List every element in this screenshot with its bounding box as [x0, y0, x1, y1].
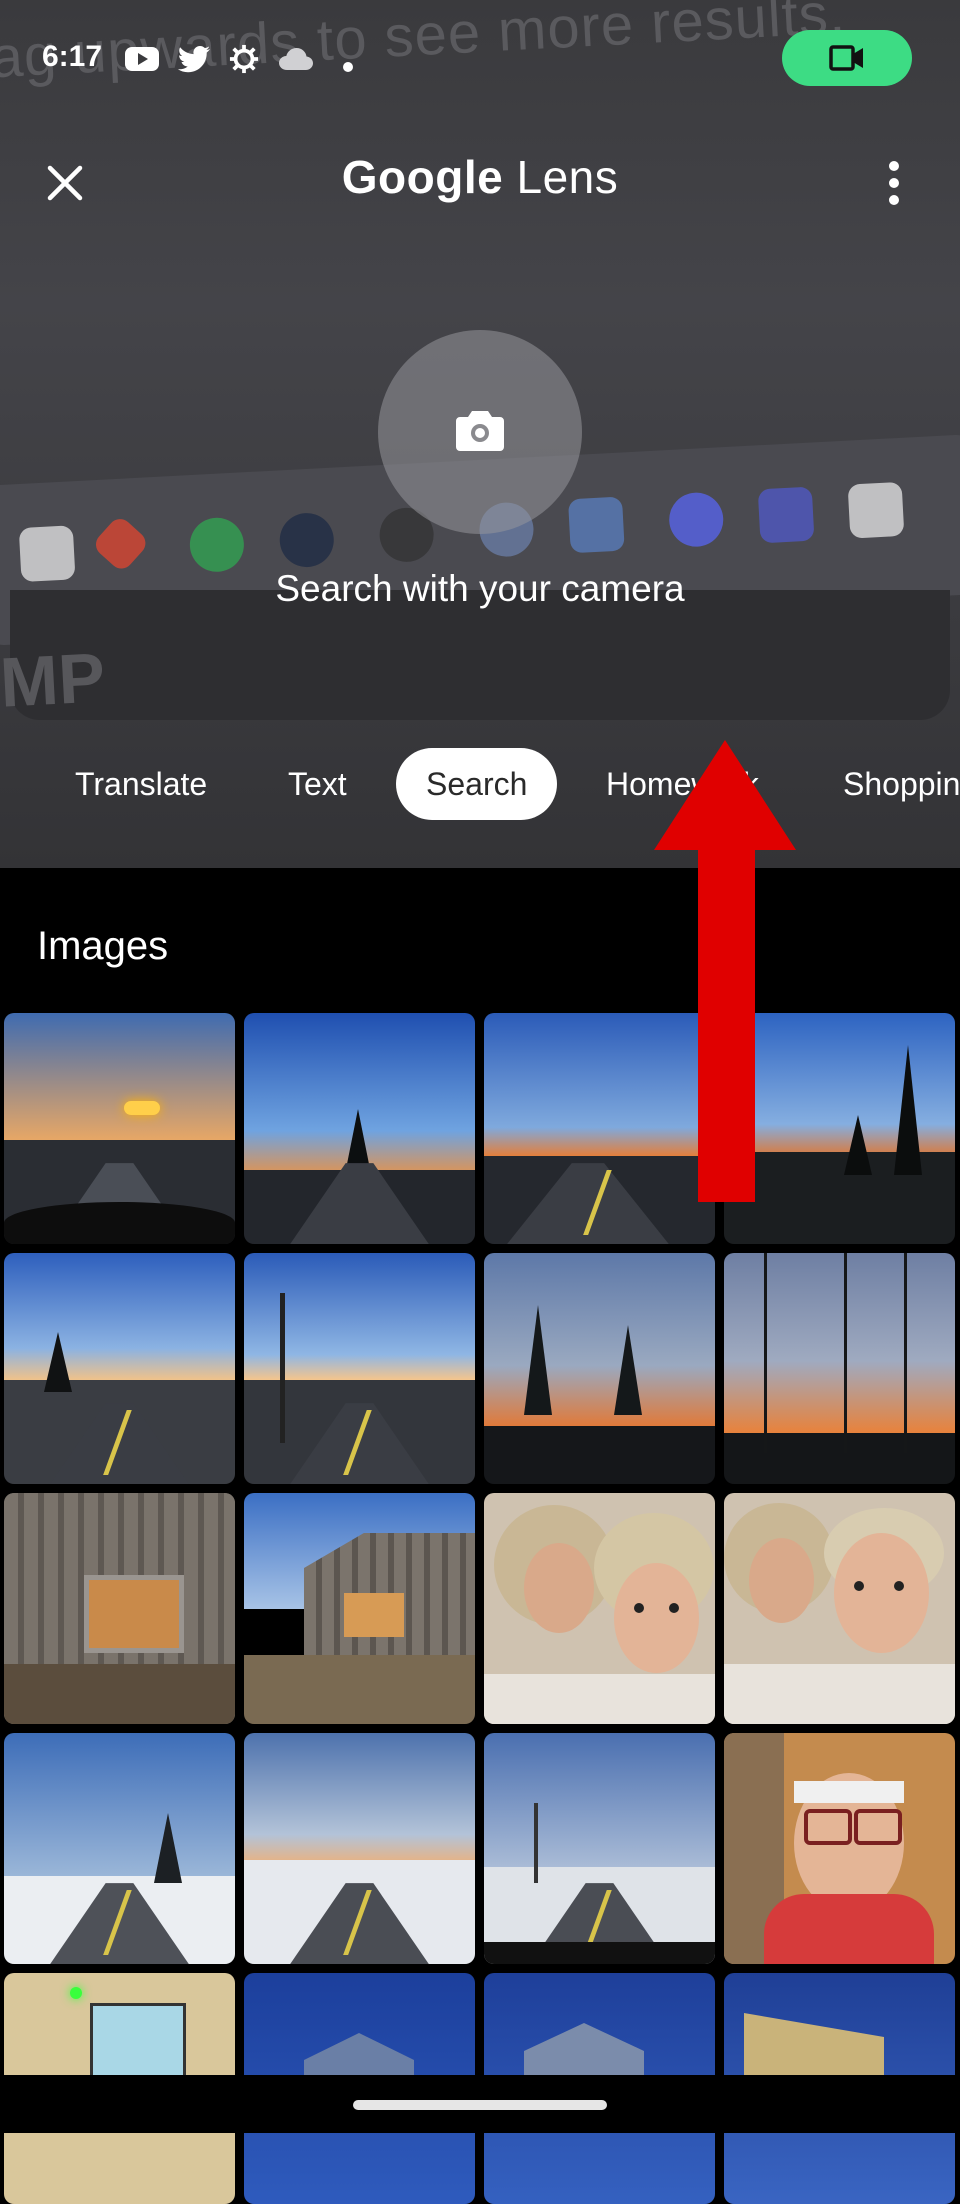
image-result-tile[interactable] [724, 1253, 955, 1484]
app-title: Google Lens [0, 150, 960, 204]
camera-in-use-indicator[interactable] [782, 30, 912, 86]
image-result-tile[interactable] [244, 1013, 475, 1244]
mode-selector: Translate Text Search Homework Shopping [0, 742, 960, 826]
diamond-app-icon [91, 514, 151, 574]
status-bar: 6:17 [0, 0, 960, 118]
image-result-tile[interactable] [724, 1733, 955, 1964]
more-vert-icon[interactable] [876, 158, 912, 208]
viewfinder-background-text-2: MP [0, 638, 107, 722]
mode-shopping[interactable]: Shopping [843, 748, 960, 820]
youtube-icon [125, 47, 159, 71]
red-arrow-overlay [654, 740, 796, 1202]
image-result-tile[interactable] [484, 1733, 715, 1964]
app-title-product: Lens [516, 151, 619, 203]
teams-icon [757, 486, 815, 544]
cloud-icon [279, 48, 313, 70]
image-result-tile[interactable] [244, 1493, 475, 1724]
search-with-camera-text: Search with your camera [275, 568, 685, 609]
shutter-button[interactable] [378, 330, 582, 534]
image-result-tile[interactable] [4, 1013, 235, 1244]
images-section-label: Images [37, 924, 169, 968]
camera-icon [456, 411, 504, 451]
twitter-icon [177, 46, 210, 73]
dot-icon [343, 62, 353, 72]
image-result-tile[interactable] [244, 1733, 475, 1964]
image-result-tile[interactable] [724, 1493, 955, 1724]
slack-icon [847, 481, 905, 539]
home-gesture-handle[interactable] [353, 2100, 607, 2110]
steam-icon [278, 511, 336, 569]
image-result-tile[interactable] [244, 1253, 475, 1484]
settings-gear-icon [229, 44, 259, 74]
image-result-tile[interactable] [484, 1253, 715, 1484]
mode-search[interactable]: Search [396, 748, 558, 820]
discord-icon [667, 491, 725, 549]
app-title-brand: Google [341, 151, 504, 203]
image-result-tile[interactable] [4, 1733, 235, 1964]
status-time: 6:17 [42, 40, 103, 73]
image-result-tile[interactable] [4, 1493, 235, 1724]
photos-app-icon [567, 496, 625, 554]
mode-translate[interactable]: Translate [75, 748, 207, 820]
image-result-tile[interactable] [4, 1253, 235, 1484]
image-result-tile[interactable] [484, 1493, 715, 1724]
videocam-icon [829, 45, 863, 71]
app-icon [188, 516, 246, 574]
mode-text[interactable]: Text [288, 748, 347, 820]
